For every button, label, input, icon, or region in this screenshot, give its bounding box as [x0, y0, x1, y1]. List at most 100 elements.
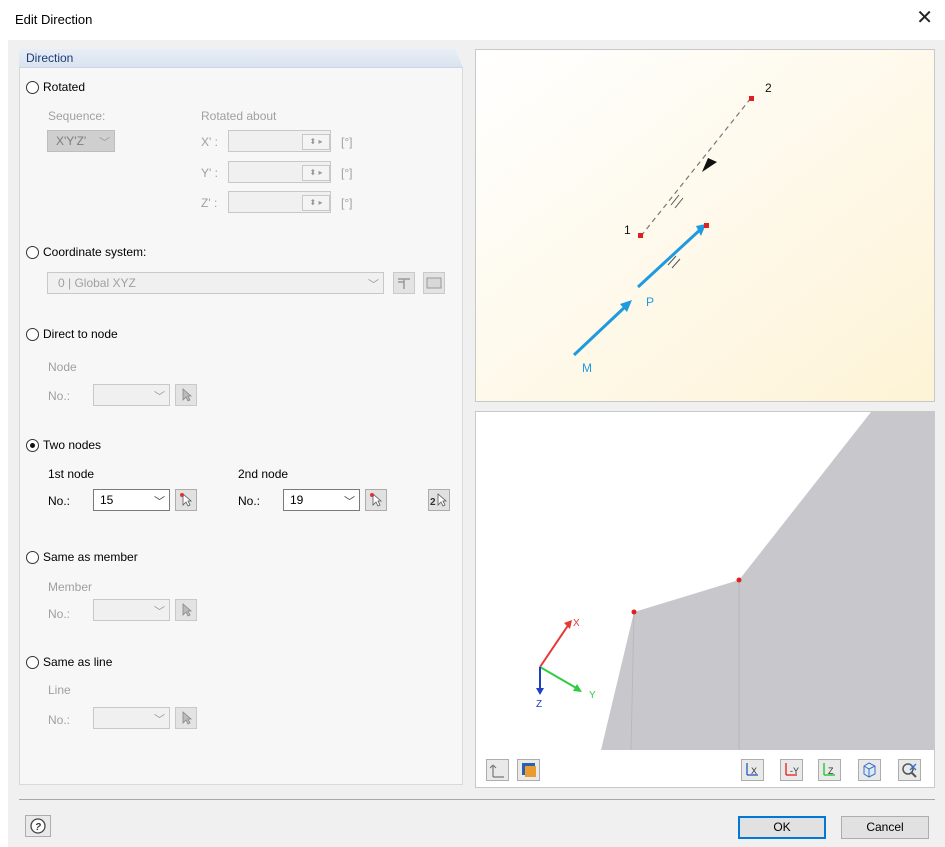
coordinate-system-combobox[interactable]: 0 | Global XYZ ﹀	[47, 272, 384, 294]
first-node-combobox[interactable]: 15 ﹀	[93, 489, 170, 511]
display-options-icon	[522, 763, 536, 777]
view-x-icon: X	[746, 763, 758, 776]
rotated-about-label: Rotated about	[201, 109, 277, 123]
chevron-down-icon: ﹀	[154, 606, 165, 618]
axis-z-label: Z	[536, 699, 542, 710]
coordinate-system-value: 0 | Global XYZ	[58, 276, 136, 290]
pick-line-button[interactable]	[175, 707, 197, 729]
two-nodes-radio[interactable]	[26, 439, 39, 452]
vector-p-end-marker	[704, 223, 709, 228]
direction-group-title: Direction	[26, 51, 74, 65]
z-rotation-unit: [°]	[341, 196, 353, 210]
pick-cursor-icon	[180, 493, 193, 507]
view-x-button[interactable]: X	[741, 759, 764, 781]
edit-coordinate-system-button[interactable]	[423, 272, 445, 294]
first-node-no-label: No.:	[48, 494, 71, 508]
direction-group	[19, 49, 463, 785]
view-z-icon: Z	[823, 763, 835, 776]
axis-y-label: Y	[589, 690, 596, 701]
ok-button[interactable]: OK	[738, 816, 826, 839]
sequence-label: Sequence:	[48, 109, 106, 123]
vector-p-label: P	[646, 295, 654, 309]
z-axis-label: Z' :	[201, 196, 218, 210]
chevron-down-icon: ﹀	[154, 391, 165, 403]
axis-x-label: X	[573, 618, 580, 629]
help-button[interactable]: ?	[25, 815, 51, 837]
two-nodes-label: Two nodes	[43, 438, 102, 452]
rotated-radio[interactable]	[26, 81, 39, 94]
line-no-label: No.:	[48, 713, 71, 727]
help-icon: ?	[30, 818, 46, 834]
direct-to-node-radio[interactable]	[26, 328, 39, 341]
new-coordinate-system-button[interactable]	[393, 272, 415, 294]
isometric-view-icon	[863, 762, 876, 778]
isometric-view-button[interactable]	[858, 759, 881, 781]
sequence-value: X'Y'Z'	[56, 134, 87, 148]
x-axis-label: X' :	[201, 135, 218, 149]
same-as-line-label: Same as line	[43, 655, 113, 669]
reset-view-button[interactable]	[898, 759, 921, 781]
pick-node-button[interactable]	[175, 384, 197, 406]
pick-two-nodes-button[interactable]: 2	[428, 489, 450, 511]
line-combobox[interactable]: ﹀	[93, 707, 170, 729]
chevron-down-icon: ﹀	[344, 496, 355, 508]
direction-preview: 1 2 P M	[475, 49, 935, 402]
node-no-label: No.:	[48, 389, 71, 403]
model-view[interactable]: X Y Z	[475, 411, 935, 788]
x-rotation-unit: [°]	[341, 135, 353, 149]
footer-separator	[19, 799, 935, 800]
rotated-label: Rotated	[43, 80, 86, 94]
line-section-label: Line	[48, 683, 71, 697]
svg-text:?: ?	[35, 822, 41, 833]
window-title: Edit Direction	[15, 12, 93, 27]
edit-coordinate-system-icon	[426, 277, 442, 289]
pick-first-node-button[interactable]	[175, 489, 197, 511]
axis-toggle-icon	[489, 764, 504, 778]
view-y-icon: -Y	[785, 763, 799, 776]
sequence-combobox[interactable]: X'Y'Z' ﹀	[47, 130, 115, 152]
x-rotation-spinner[interactable]: ⬍ ▸	[302, 134, 330, 150]
axis-toggle-button[interactable]	[486, 759, 509, 781]
direct-node-combobox[interactable]: ﹀	[93, 384, 170, 406]
pick-second-node-button[interactable]	[365, 489, 387, 511]
y-rotation-unit: [°]	[341, 166, 353, 180]
same-as-member-radio[interactable]	[26, 551, 39, 564]
pick-cursor-icon	[182, 711, 193, 725]
y-rotation-spinner[interactable]: ⬍ ▸	[302, 165, 330, 181]
chevron-down-icon: ﹀	[154, 496, 165, 508]
node-section-label: Node	[48, 360, 77, 374]
view-z-button[interactable]: Z	[818, 759, 841, 781]
second-node-no-label: No.:	[238, 494, 261, 508]
chevron-down-icon: ﹀	[154, 714, 165, 726]
first-node-value: 15	[100, 493, 114, 507]
same-as-member-label: Same as member	[43, 550, 138, 564]
pick-cursor-icon	[370, 493, 383, 507]
close-icon[interactable]: ✕	[916, 8, 933, 28]
pick-member-button[interactable]	[175, 599, 197, 621]
y-axis-label: Y' :	[201, 166, 218, 180]
second-node-value: 19	[290, 493, 304, 507]
node-end-label: 2	[765, 81, 772, 95]
chevron-down-icon: ﹀	[368, 279, 379, 291]
display-options-button[interactable]	[517, 759, 540, 781]
new-coordinate-system-icon	[398, 278, 410, 289]
coordinate-system-label: Coordinate system:	[43, 245, 147, 259]
svg-text:2: 2	[430, 497, 436, 508]
group-header-corner	[455, 49, 463, 68]
first-node-label: 1st node	[48, 467, 95, 481]
svg-text:Z: Z	[828, 766, 834, 776]
same-as-line-radio[interactable]	[26, 656, 39, 669]
z-rotation-spinner[interactable]: ⬍ ▸	[302, 195, 330, 211]
member-section-label: Member	[48, 580, 93, 594]
member-combobox[interactable]: ﹀	[93, 599, 170, 621]
direction-preview-diagram: 1 2 P M	[476, 50, 934, 401]
svg-text:-Y: -Y	[790, 766, 799, 776]
direct-to-node-label: Direct to node	[43, 327, 118, 341]
view-y-button[interactable]: -Y	[780, 759, 803, 781]
coordinate-system-radio[interactable]	[26, 246, 39, 259]
cancel-button[interactable]: Cancel	[841, 816, 929, 839]
second-node-combobox[interactable]: 19 ﹀	[283, 489, 360, 511]
node-start-marker	[638, 233, 643, 238]
pick-cursor-icon	[182, 388, 193, 402]
reset-view-icon	[902, 763, 917, 778]
